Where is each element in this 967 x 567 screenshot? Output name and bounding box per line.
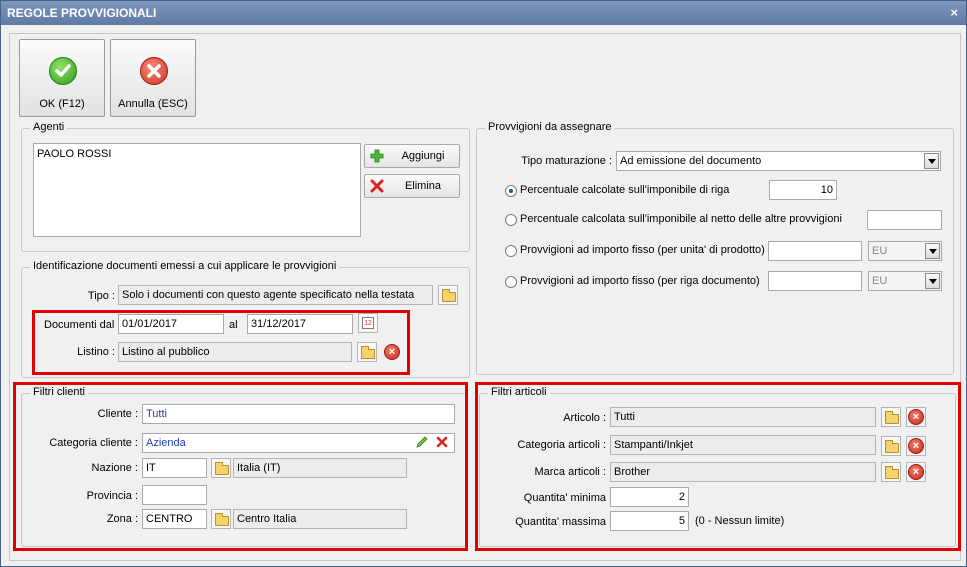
plus-icon (370, 149, 384, 163)
radio-importo-riga[interactable] (505, 276, 517, 288)
tipo-maturazione-select[interactable]: Ad emissione del documento (616, 151, 941, 171)
option-label-2: Percentuale calcolata sull'imponibile al… (520, 213, 842, 225)
importo-riga-input[interactable] (768, 271, 862, 291)
ok-button-label: OK (F12) (39, 98, 85, 110)
tipo-field: Solo i documenti con questo agente speci… (118, 285, 433, 305)
radio-importo-unita[interactable] (505, 245, 517, 257)
chevron-down-icon[interactable] (924, 153, 939, 169)
window-title: REGOLE PROVVIGIONALI (7, 6, 157, 20)
ok-button[interactable]: OK (F12) (19, 39, 105, 117)
tipo-maturazione-label: Tipo maturazione : (521, 155, 612, 167)
close-icon[interactable]: × (950, 1, 958, 25)
highlight-box-documenti (32, 310, 410, 375)
currency-value-1: EU (872, 245, 888, 257)
percentuale-netto-input[interactable] (867, 210, 942, 230)
aggiungi-label: Aggiungi (401, 150, 445, 162)
option-label-3: Provvigioni ad importo fisso (per unita'… (520, 244, 765, 256)
elimina-label: Elimina (404, 180, 442, 192)
radio-percentuale-riga[interactable] (505, 185, 517, 197)
elimina-button[interactable]: Elimina (364, 174, 460, 198)
cancel-button[interactable]: Annulla (ESC) (110, 39, 196, 117)
chevron-down-icon[interactable] (925, 273, 940, 289)
cancel-icon (140, 57, 168, 85)
currency-value-2: EU (872, 275, 888, 287)
agenti-legend: Agenti (30, 121, 68, 133)
tipo-maturazione-value: Ad emissione del documento (620, 155, 762, 167)
folder-icon[interactable] (438, 285, 458, 305)
tipo-label: Tipo : (87, 290, 115, 302)
chevron-down-icon[interactable] (925, 243, 940, 259)
title-bar: REGOLE PROVVIGIONALI × (1, 1, 966, 25)
radio-percentuale-netto[interactable] (505, 214, 517, 226)
percentuale-riga-input[interactable]: 10 (769, 180, 837, 200)
checkmark-icon (49, 57, 77, 85)
highlight-box-clienti (13, 382, 468, 551)
agenti-list[interactable]: PAOLO ROSSI (33, 143, 361, 237)
list-item[interactable]: PAOLO ROSSI (37, 146, 357, 162)
aggiungi-button[interactable]: Aggiungi (364, 144, 460, 168)
currency-select-2[interactable]: EU (868, 271, 942, 291)
dialog-window: REGOLE PROVVIGIONALI × OK (F12) Annulla … (0, 0, 967, 567)
identificazione-legend: Identificazione documenti emessi a cui a… (30, 260, 340, 272)
option-label-4: Provvigioni ad importo fisso (per riga d… (520, 275, 760, 287)
x-icon (370, 179, 384, 193)
provvigioni-legend: Provvigioni da assegnare (485, 121, 615, 133)
highlight-box-articoli (475, 382, 961, 551)
importo-unita-input[interactable] (768, 241, 862, 261)
currency-select-1[interactable]: EU (868, 241, 942, 261)
cancel-button-label: Annulla (ESC) (118, 98, 188, 110)
option-label-1: Percentuale calcolate sull'imponibile di… (520, 184, 730, 196)
